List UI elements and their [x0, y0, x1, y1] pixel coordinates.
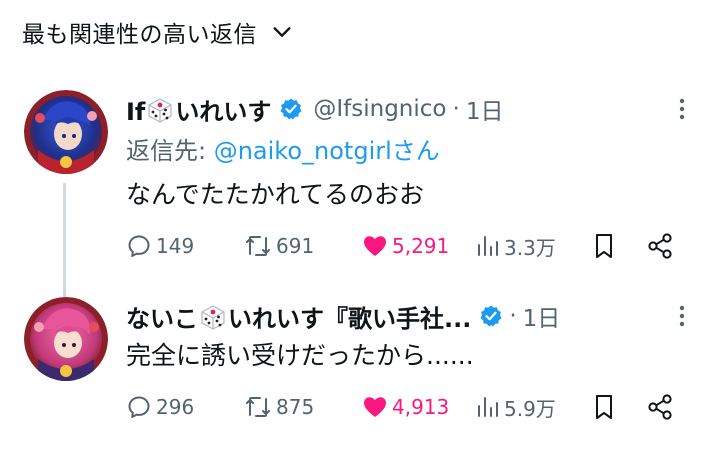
tweet-actions: 149 691 5,291 3.3万	[126, 226, 692, 266]
dice-emoji-icon	[201, 304, 225, 330]
heart-filled-icon	[364, 236, 386, 256]
bookmark-button[interactable]	[592, 387, 646, 427]
like-count: 5,291	[392, 234, 450, 258]
retweet-count: 875	[276, 395, 315, 419]
avatar[interactable]	[24, 90, 108, 174]
reply-icon	[128, 235, 150, 257]
reply-tweet[interactable]: If いれいす @Ifsingnico · 1日 返信先: @naiko_notg…	[0, 88, 720, 288]
bookmark-icon	[596, 234, 612, 258]
like-count: 4,913	[392, 395, 450, 419]
reply-mention-link[interactable]: @naiko_notgirl	[214, 137, 392, 165]
retweet-button[interactable]: 875	[244, 387, 362, 427]
more-options-icon[interactable]	[672, 96, 692, 122]
replying-to: 返信先: @naiko_notgirlさん	[126, 137, 440, 165]
reply-tweet[interactable]: ないこ いれいす『歌い手社... · 1日 完全に誘い受けだったから...... …	[0, 295, 720, 449]
like-button[interactable]: 4,913	[362, 387, 476, 427]
analytics-bars-icon	[478, 397, 498, 417]
retweet-icon	[246, 236, 270, 256]
retweet-icon	[246, 397, 270, 417]
sort-label: 最も関連性の高い返信	[22, 22, 257, 48]
bookmark-button[interactable]	[592, 226, 646, 266]
tweet-actions: 296 875 4,913 5.9万	[126, 387, 692, 427]
retweet-button[interactable]: 691	[244, 226, 362, 266]
timestamp[interactable]: 1日	[523, 299, 561, 333]
reply-count: 296	[156, 395, 195, 419]
verified-badge-icon[interactable]	[279, 97, 303, 121]
share-button[interactable]	[646, 387, 686, 427]
bookmark-icon	[596, 395, 612, 419]
display-name[interactable]: If いれいす	[126, 92, 271, 127]
reply-button[interactable]: 149	[126, 226, 244, 266]
share-icon	[648, 394, 672, 420]
avatar[interactable]	[24, 297, 108, 381]
retweet-count: 691	[276, 234, 315, 258]
reply-count: 149	[156, 234, 195, 258]
more-options-icon[interactable]	[672, 303, 692, 329]
separator-dot: ·	[452, 96, 460, 122]
share-button[interactable]	[646, 226, 686, 266]
timestamp[interactable]: 1日	[466, 92, 504, 126]
like-button[interactable]: 5,291	[362, 226, 476, 266]
tweet-text: なんでたたかれてるのおお	[126, 180, 425, 209]
user-handle[interactable]: @Ifsingnico	[313, 96, 446, 122]
verified-badge-icon[interactable]	[479, 304, 503, 328]
analytics-bars-icon	[478, 236, 498, 256]
views-count: 3.3万	[504, 235, 556, 260]
reply-icon	[128, 396, 150, 418]
chevron-down-icon	[273, 27, 291, 37]
dice-emoji-icon	[148, 97, 172, 123]
views-count: 5.9万	[504, 396, 556, 421]
views-button[interactable]: 3.3万	[476, 226, 592, 266]
separator-dot: ·	[509, 303, 517, 329]
share-icon	[648, 233, 672, 259]
tweet-text: 完全に誘い受けだったから......	[126, 341, 474, 370]
heart-filled-icon	[364, 397, 386, 417]
reply-button[interactable]: 296	[126, 387, 244, 427]
reply-sort-dropdown[interactable]: 最も関連性の高い返信	[22, 12, 293, 52]
views-button[interactable]: 5.9万	[476, 387, 592, 427]
display-name[interactable]: ないこ いれいす『歌い手社...	[126, 299, 471, 334]
